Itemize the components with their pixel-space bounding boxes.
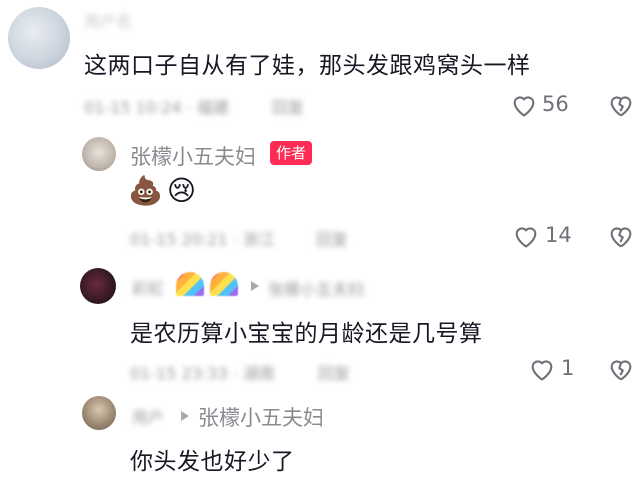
comment-meta: 01-15 20:21 · 浙江: [130, 230, 275, 249]
reply-button[interactable]: 回复: [318, 360, 350, 384]
broken-heart-icon[interactable]: [607, 356, 635, 382]
like-count: 1: [561, 356, 575, 380]
reply-button[interactable]: 回复: [272, 94, 304, 118]
comment-text: 是农历算小宝宝的月龄还是几号算: [130, 321, 483, 347]
comment-text: 这两口子自从有了娃，那头发跟鸡窝头一样: [84, 53, 531, 79]
avatar[interactable]: [82, 137, 116, 171]
author-badge: 作者: [270, 141, 313, 165]
broken-heart-icon[interactable]: [607, 92, 635, 118]
reply-to-blurred[interactable]: 张檬小五夫妇: [268, 276, 364, 300]
like-count: 14: [545, 223, 572, 247]
avatar[interactable]: [82, 396, 116, 430]
like-count: 56: [542, 92, 569, 116]
reply-arrow-icon: [251, 281, 259, 291]
reply-button[interactable]: 回复: [316, 226, 348, 250]
comment-meta: 01-15 10:24 · 福建: [84, 98, 229, 117]
avatar[interactable]: [8, 7, 70, 69]
reply-to-username[interactable]: 张檬小五夫妇: [198, 402, 324, 432]
heart-icon[interactable]: [510, 92, 538, 118]
username-blurred[interactable]: 用户名: [84, 8, 154, 32]
username-blurred[interactable]: 彩虹: [132, 275, 172, 299]
comment-text: 你头发也好少了: [130, 449, 295, 475]
comment-text: 💩😢: [128, 174, 201, 207]
rainbow-emoji: [176, 272, 204, 296]
broken-heart-icon[interactable]: [607, 223, 635, 249]
heart-icon[interactable]: [512, 223, 540, 249]
rainbow-emoji: [210, 272, 238, 296]
username-blurred[interactable]: 用户: [132, 404, 172, 428]
heart-icon[interactable]: [528, 356, 556, 382]
reply-arrow-icon: [181, 411, 189, 421]
avatar[interactable]: [80, 268, 116, 304]
username[interactable]: 张檬小五夫妇: [130, 141, 256, 171]
comment-meta: 01-15 23:33 · 湖南: [130, 364, 275, 383]
